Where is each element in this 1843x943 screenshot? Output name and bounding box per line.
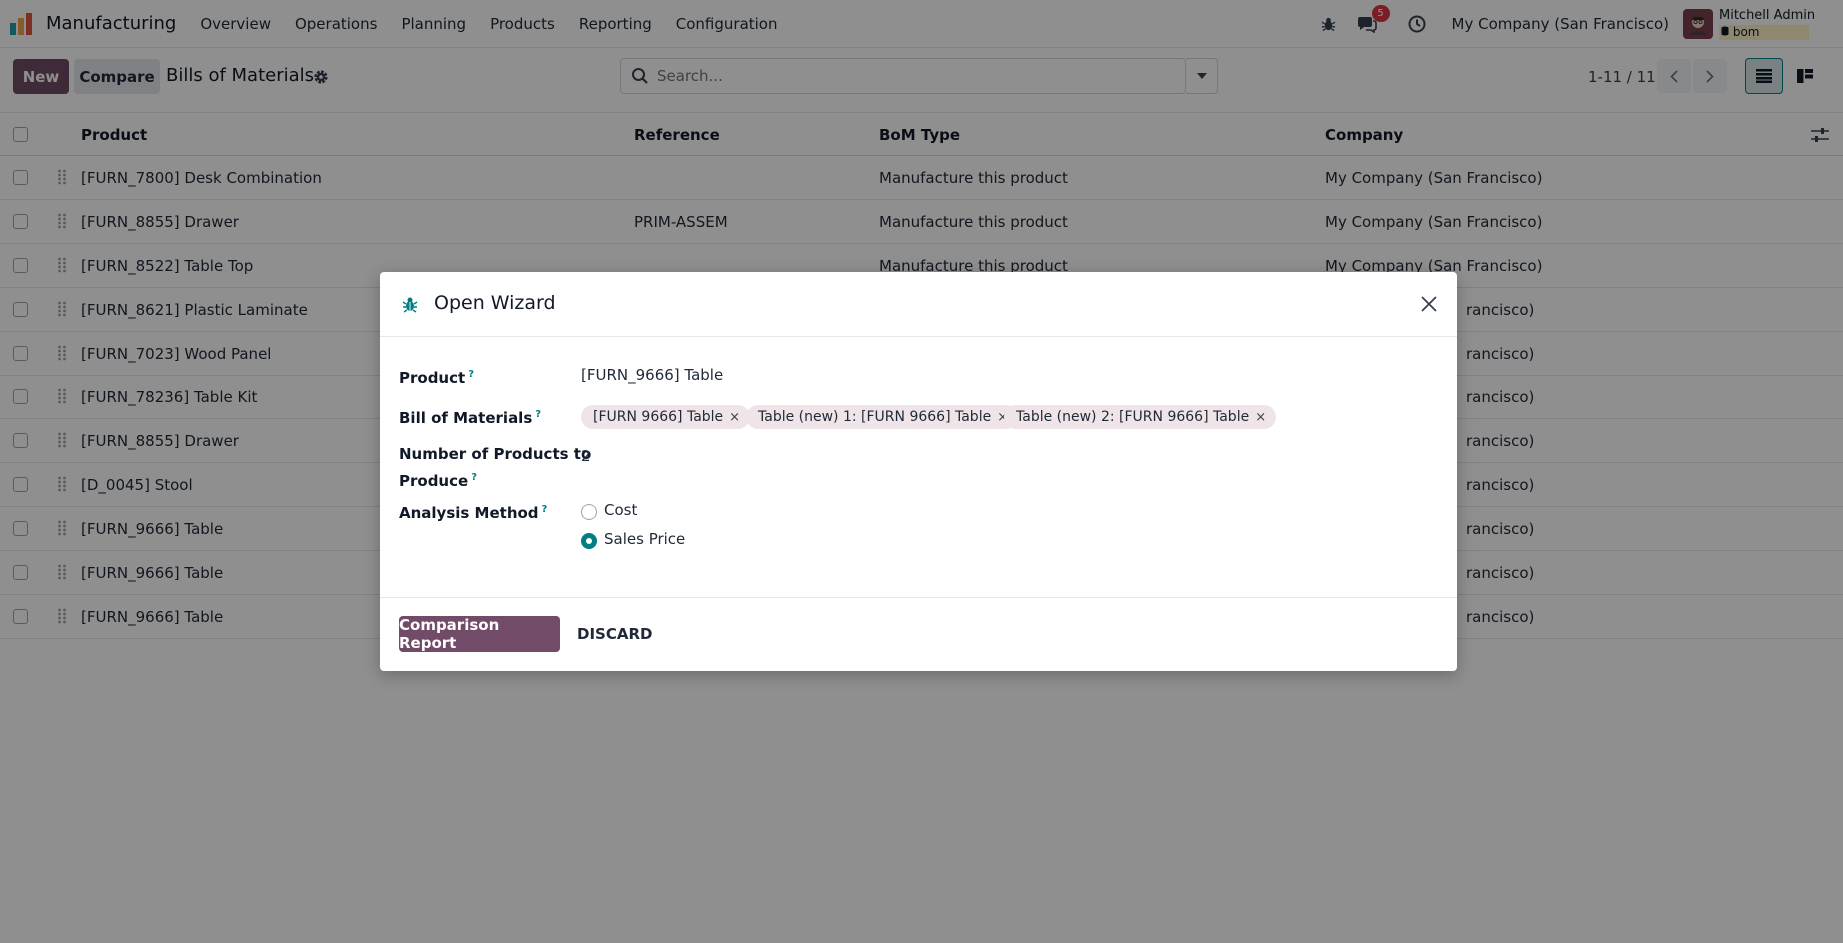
radio-sales-price-label[interactable]: Sales Price [604,530,685,548]
product-field-value[interactable]: [FURN_9666] Table [581,366,723,384]
help-tooltip-icon[interactable]: ? [471,472,477,483]
help-tooltip-icon[interactable]: ? [468,369,474,380]
product-field-label: Product? [399,369,474,387]
dialog-title: Open Wizard [434,292,556,314]
dialog-footer: Comparison Report DISCARD [380,597,1457,671]
bom-tag: [FURN 9666] Table × [581,405,751,429]
bom-field-label: Bill of Materials? [399,409,542,427]
debug-bug-icon [402,297,418,313]
bom-tag-label: Table (new) 2: [FURN 9666] Table [1016,409,1250,425]
analysis-method-label: Analysis Method? [399,504,548,522]
bom-tag-label: [FURN 9666] Table [593,409,724,425]
comparison-report-button[interactable]: Comparison Report [399,616,560,652]
quantity-field-label: Number of Products to Produce? [399,445,592,490]
close-icon[interactable] [1419,294,1439,314]
open-wizard-dialog: Open Wizard Product? [FURN_9666] Table B… [380,272,1457,671]
bom-tag: Table (new) 1: [FURN 9666] Table × [746,405,1019,429]
help-tooltip-icon[interactable]: ? [535,409,541,420]
bom-tag-label: Table (new) 1: [FURN 9666] Table [758,409,992,425]
radio-sales-price[interactable] [581,533,597,549]
help-tooltip-icon[interactable]: ? [542,504,548,515]
radio-cost[interactable] [581,504,597,520]
quantity-input[interactable]: 2 [581,447,591,465]
bom-tag: Table (new) 2: [FURN 9666] Table × [1004,405,1277,429]
discard-button[interactable]: DISCARD [577,625,652,643]
dialog-header: Open Wizard [380,272,1457,337]
tag-remove-icon[interactable]: × [729,410,740,425]
radio-cost-label[interactable]: Cost [604,501,637,519]
tag-remove-icon[interactable]: × [1255,410,1266,425]
